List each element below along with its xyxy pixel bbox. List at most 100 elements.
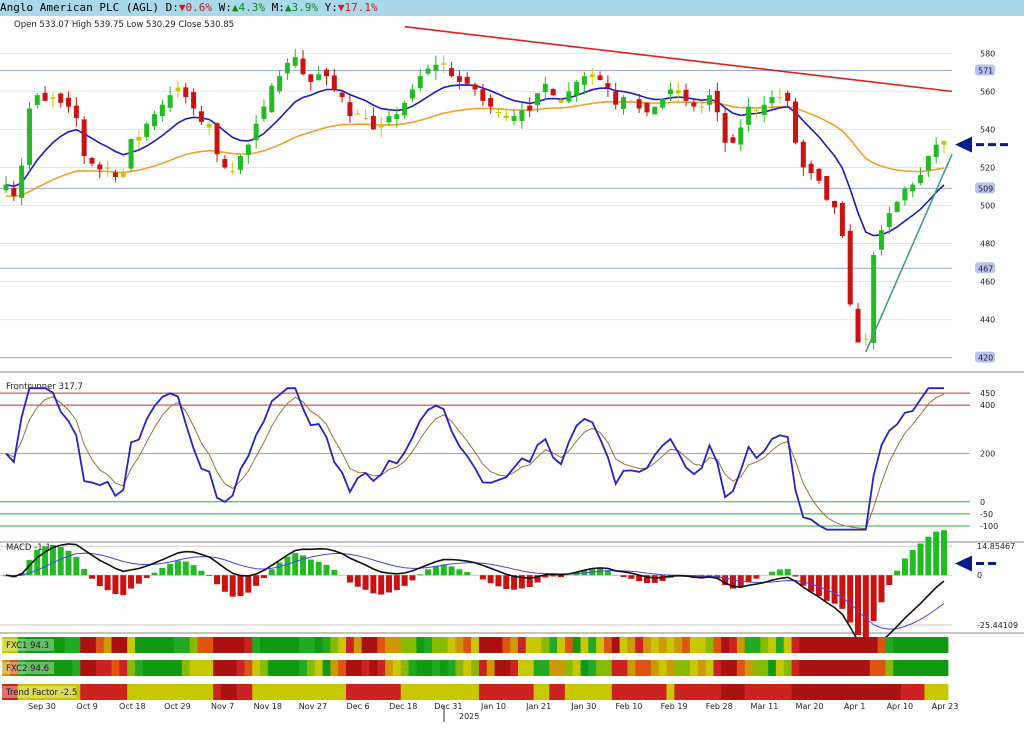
candle-body [308,74,314,82]
heat-cell [111,660,120,676]
heat-cell [385,684,394,700]
heat-cell [619,660,628,676]
heat-cell [338,660,347,676]
heat-cell [807,684,816,700]
heat-cell [134,660,144,676]
macd-histogram-bar [784,568,791,576]
heat-cell [721,637,730,653]
candle-body [11,187,17,196]
candle-body [785,92,791,101]
macd-histogram-bar [159,567,166,576]
heat-cell [713,660,722,676]
candle-body [50,97,56,99]
frontrunner-tick-label: 0 [980,498,985,507]
candle-body [566,91,572,102]
x-tick-label: Mar 11 [750,702,778,711]
macd-histogram-bar [464,572,471,576]
heat-cell [893,637,902,653]
x-tick-label: Feb 19 [661,702,688,711]
heat-cell [682,684,691,700]
candle-body [699,106,705,108]
heat-cell [729,637,738,653]
heat-cell [95,684,105,700]
heat-cell [940,660,949,676]
frontrunner-panel: 450 400 200 0 -50 -100 Frontrunner 317.7 [0,382,1024,543]
candle-body [58,93,64,103]
macd-histogram-bar [292,553,299,576]
macd-histogram-bar [550,575,557,577]
macd-histogram-bar [307,559,314,576]
heat-cell [572,684,582,700]
macd-histogram-bar [112,575,119,594]
heat-cell [752,660,761,676]
heat-cell [306,637,316,653]
heat-cell [150,660,159,676]
heat-cell [369,684,378,700]
macd-histogram-bar [151,572,158,576]
heat-cell [940,637,949,653]
heat-cell [846,637,855,653]
heat-cell [549,660,558,676]
heat-cell [142,660,152,676]
frontrunner-tick-label: 400 [980,401,995,410]
heat-cell [596,684,605,700]
macd-histogram-bar [933,531,940,576]
heat-cell [158,660,167,676]
heat-cell [267,637,277,653]
heat-cell [869,660,879,676]
heat-cell [189,660,199,676]
candle-body [269,85,275,113]
heat-cell [541,660,550,676]
heat-cell [572,637,582,653]
heat-cell [252,660,261,676]
macd-histogram-bar [81,568,88,576]
heat-cell [760,660,769,676]
heat-cell [525,660,535,676]
heat-cell [697,660,707,676]
heat-cell [635,660,644,676]
heat-cell [838,637,847,653]
candle-body [746,106,752,125]
frontrunner-signal-line [5,393,945,530]
heat-cell [432,637,441,653]
heat-cell [689,660,699,676]
heat-cell [369,637,378,653]
candle-body [535,93,541,106]
heat-cell [689,637,699,653]
heat-cell [306,684,316,700]
candle-body [839,202,845,236]
macd-histogram-bar [448,566,455,576]
heat-cell [142,637,152,653]
candle-body [97,164,103,170]
day-change: ▼0.6% [178,1,212,14]
macd-histogram-bar [823,575,830,601]
heat-cell [760,637,769,653]
macd-histogram-bar [245,575,252,593]
x-tick-label: Nov 27 [299,702,327,711]
heat-cell [127,684,136,700]
price-tick-label: 580 [980,49,995,58]
heat-cell [650,660,660,676]
heat-cell [252,637,261,653]
macd-histogram-bar [769,571,776,576]
macd-histogram-bar [440,564,447,576]
heat-cell [80,660,89,676]
candle-body [792,101,798,143]
heat-cell [877,660,886,676]
heat-cell [830,660,839,676]
title-bar: Anglo American PLC (AGL) D:▼0.6% W:▲4.3%… [0,0,1024,16]
heat-cell [95,637,105,653]
day-label: D: [165,1,179,14]
candle-body [918,175,924,184]
candle-body [456,76,462,82]
macd-histogram-bar [221,575,228,592]
candle-body [370,115,376,130]
frontrunner-tick-label: -50 [980,510,993,519]
candle-body [542,83,548,93]
heat-cell [611,684,621,700]
macd-histogram-bar [182,561,189,576]
heat-cell [291,684,300,700]
candle-body [636,99,642,109]
heat-cell [533,660,542,676]
heat-cell [901,637,910,653]
